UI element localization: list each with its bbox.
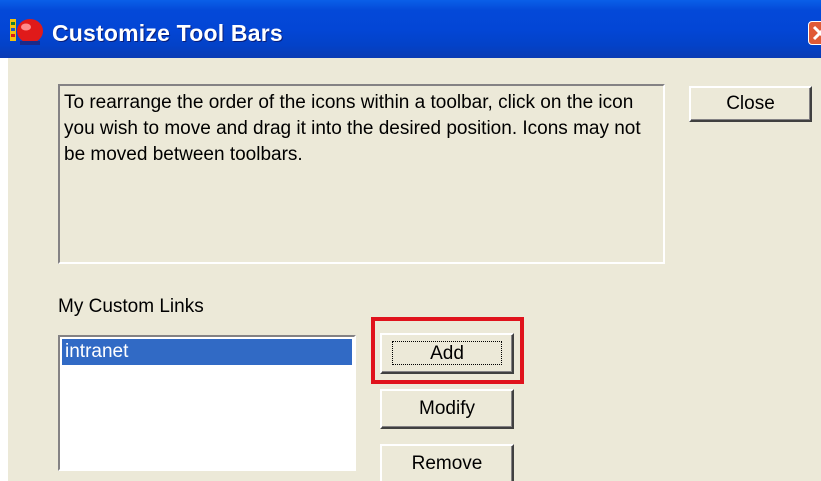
window-border xyxy=(0,58,8,481)
customize-toolbars-dialog: Customize Tool Bars To rearrange the ord… xyxy=(0,0,821,481)
add-button[interactable]: Add xyxy=(380,333,514,374)
custom-links-label: My Custom Links xyxy=(58,296,204,317)
custom-links-list[interactable]: intranet xyxy=(58,335,356,471)
modify-button[interactable]: Modify xyxy=(380,389,514,429)
close-icon[interactable] xyxy=(808,21,821,45)
list-item[interactable]: intranet xyxy=(62,339,352,365)
title-bar[interactable]: Customize Tool Bars xyxy=(0,0,821,58)
add-button-label: Add xyxy=(430,343,464,364)
close-button[interactable]: Close xyxy=(689,86,812,122)
remove-button[interactable]: Remove xyxy=(380,444,514,481)
toolbar-app-icon xyxy=(10,16,44,46)
instructions-box: To rearrange the order of the icons with… xyxy=(58,84,665,264)
instructions-text: To rearrange the order of the icons with… xyxy=(64,92,641,165)
window-title: Customize Tool Bars xyxy=(52,20,283,46)
